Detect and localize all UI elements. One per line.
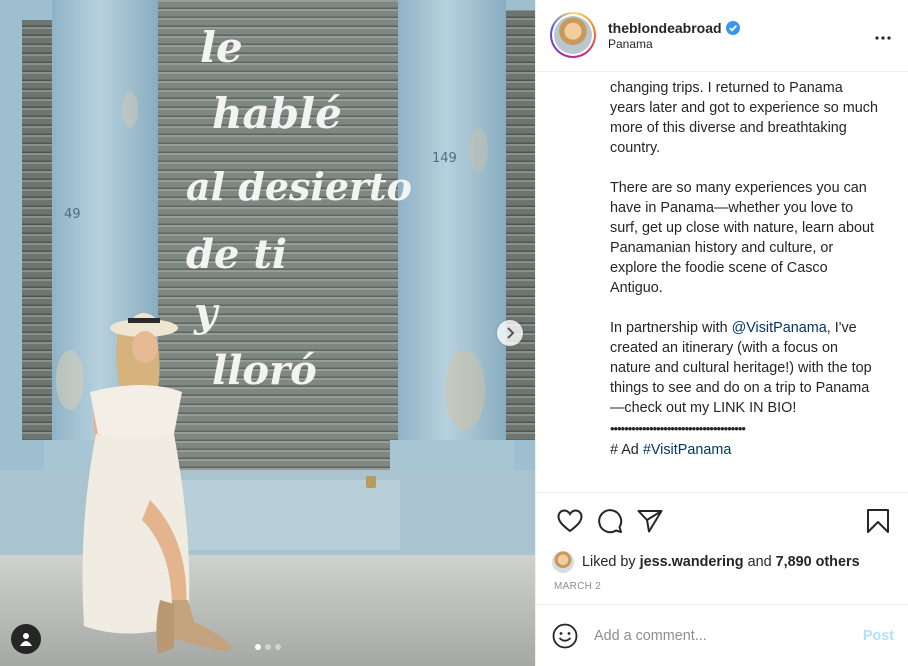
likes-summary: Liked by jess.wandering and 7,890 others [536,548,908,576]
likes-count-link[interactable]: 7,890 others [776,554,860,570]
wall-graffiti: le hablé al desierto de ti y lloró 149 4… [64,23,457,394]
comment-button[interactable] [590,501,630,541]
caption: changing trips. I returned to Panama yea… [536,72,908,492]
post-photo[interactable]: le hablé al desierto de ti y lloró 149 4… [0,0,535,666]
next-photo-button[interactable] [497,320,523,346]
comment-icon [598,508,623,533]
post-header: theblondeabroad Panama [536,0,908,72]
verified-badge-icon [725,20,740,35]
username-text: theblondeabroad [608,19,722,36]
hashtag-link[interactable]: #VisitPanama [643,442,732,458]
wall-number: 149 [432,151,457,166]
post-comment-button[interactable]: Post [863,628,894,644]
like-button[interactable] [550,501,590,541]
carousel-dot [274,644,281,650]
comment-input[interactable] [594,627,863,644]
caption-paragraph: changing trips. I returned to Panama yea… [610,79,878,156]
caption-paragraph: There are so many experiences you can ha… [610,179,874,296]
graffiti-line: hablé [212,89,342,138]
graffiti-line: y [193,289,220,336]
action-bar [536,492,908,548]
location-link[interactable]: Panama [608,37,740,53]
avatar[interactable] [550,12,596,59]
share-button[interactable] [630,501,670,541]
emoji-icon[interactable] [552,623,578,649]
liker-username[interactable]: jess.wandering [640,554,744,570]
mention-link[interactable]: @VisitPanama [732,320,827,336]
carousel-dot [264,644,271,650]
comment-box: Post [536,604,908,666]
carousel-indicator [0,644,535,650]
instagram-post: le hablé al desierto de ti y lloró 149 4… [0,0,908,666]
graffiti-line: al desierto [186,164,412,209]
save-button[interactable] [858,501,898,541]
carousel-dot-active [254,644,261,650]
liker-avatar[interactable] [552,551,574,574]
send-icon [637,509,663,533]
heart-icon [557,509,583,532]
caption-paragraph: In partnership with @VisitPanama, I've c… [610,319,872,416]
chevron-right-icon [507,327,515,339]
wall-number: 49 [64,207,81,222]
graffiti-line: le [200,23,243,72]
graffiti-line: lloró [212,347,317,394]
graffiti-line: de ti [186,231,287,278]
more-options-icon[interactable] [874,26,892,44]
caption-separator: •••••••••••••••••••••••••••••••••••••• [610,420,746,436]
bookmark-icon [867,509,889,534]
post-side-panel: theblondeabroad Panama changing trips. I… [535,0,908,666]
caption-tags: # Ad #VisitPanama [610,441,732,458]
username-link[interactable]: theblondeabroad [608,19,740,37]
post-date[interactable]: MARCH 2 [536,576,908,604]
